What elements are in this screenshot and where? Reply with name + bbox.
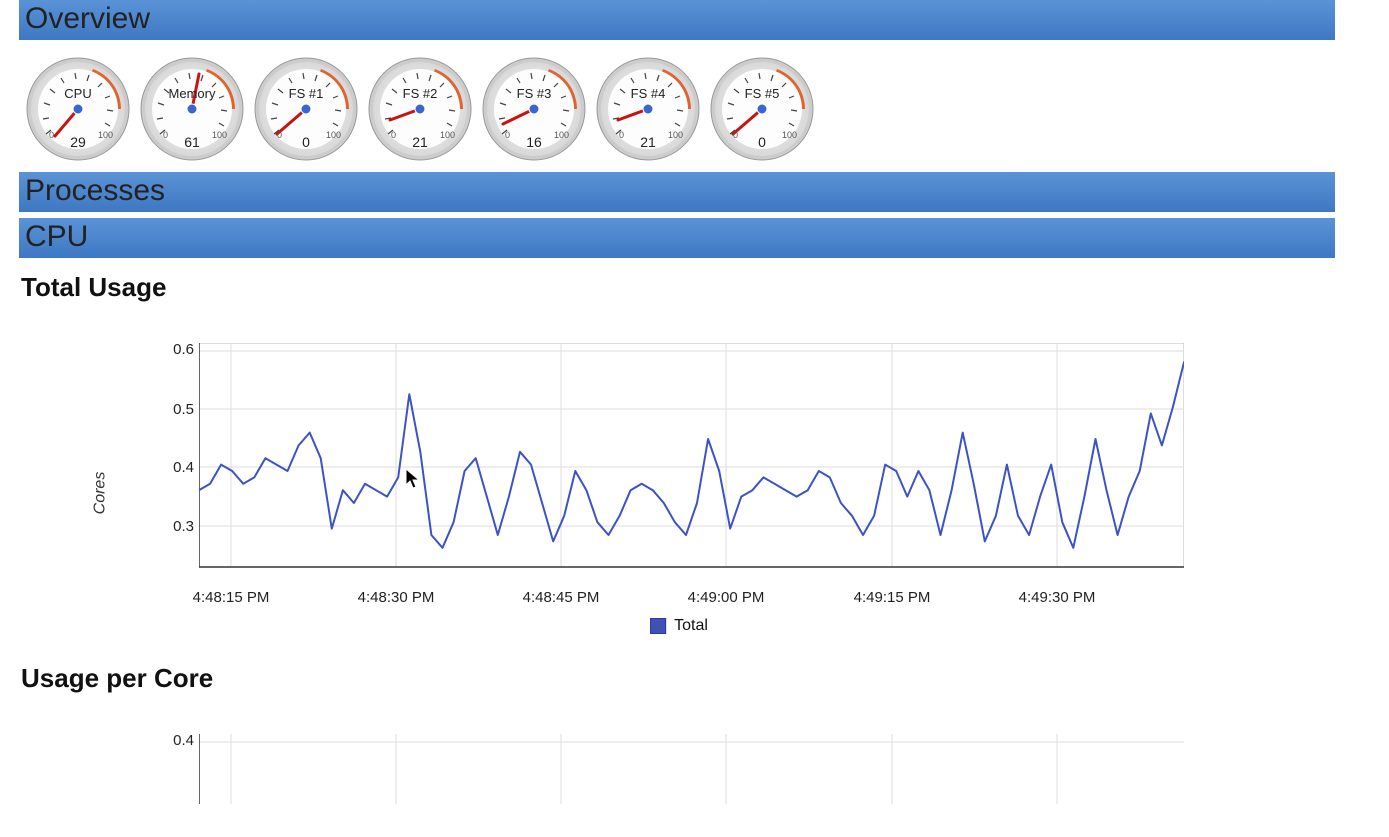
gauge-label: FS #3 [481, 86, 587, 101]
chart-y-tick: 0.4 [173, 459, 194, 476]
gauge-fs2[interactable]: FS #2 21 0 100 [367, 56, 473, 162]
gauge-value: 21 [367, 134, 473, 150]
chart-y-tick: 0.6 [173, 341, 194, 358]
chart-canvas [199, 343, 1184, 573]
chart-y-tick: 0.3 [173, 518, 194, 535]
chart-legend: Total [650, 617, 708, 635]
gauge-scale-max: 100 [554, 130, 569, 140]
chart-canvas [199, 734, 1184, 804]
gauge-scale-max: 100 [98, 130, 113, 140]
gauge-scale-min: 0 [277, 130, 282, 140]
gauge-fs1[interactable]: FS #1 0 0 100 [253, 56, 359, 162]
chart-x-tick: 4:48:45 PM [523, 589, 600, 606]
gauge-scale-min: 0 [619, 130, 624, 140]
gauge-fs4[interactable]: FS #4 21 0 100 [595, 56, 701, 162]
gauge-value: 16 [481, 134, 587, 150]
chart-x-tick: 4:49:30 PM [1019, 589, 1096, 606]
gauge-value: 61 [139, 134, 245, 150]
gauge-value: 0 [709, 134, 815, 150]
legend-swatch-icon [650, 618, 666, 634]
chart-x-tick: 4:49:00 PM [688, 589, 765, 606]
gauge-scale-min: 0 [733, 130, 738, 140]
chart-y-axis-label: Cores [91, 472, 109, 515]
gauge-scale-min: 0 [505, 130, 510, 140]
gauges-row: CPU 29 0 100 Memory 61 0 100 FS #1 0 0 1… [19, 40, 1335, 172]
gauge-value: 29 [25, 134, 131, 150]
gauge-label: FS #4 [595, 86, 701, 101]
gauge-label: FS #1 [253, 86, 359, 101]
gauge-label: FS #5 [709, 86, 815, 101]
chart-y-tick: 0.5 [173, 401, 194, 418]
section-header-cpu[interactable]: CPU [19, 218, 1335, 258]
gauge-scale-max: 100 [440, 130, 455, 140]
gauge-label: Memory [139, 86, 245, 101]
gauge-cpu[interactable]: CPU 29 0 100 [25, 56, 131, 162]
chart-x-tick: 4:48:30 PM [358, 589, 435, 606]
gauge-label: CPU [25, 86, 131, 101]
gauge-scale-max: 100 [326, 130, 341, 140]
gauge-fs3[interactable]: FS #3 16 0 100 [481, 56, 587, 162]
gauge-fs5[interactable]: FS #5 0 0 100 [709, 56, 815, 162]
gauge-value: 21 [595, 134, 701, 150]
chart-title-usage-per-core: Usage per Core [19, 663, 1335, 694]
legend-label: Total [674, 617, 708, 635]
gauge-scale-max: 100 [668, 130, 683, 140]
section-header-processes[interactable]: Processes [19, 172, 1335, 212]
gauge-memory[interactable]: Memory 61 0 100 [139, 56, 245, 162]
chart-usage-per-core[interactable]: 0.4 [99, 734, 1259, 814]
chart-title-total-usage: Total Usage [19, 272, 1335, 303]
gauge-label: FS #2 [367, 86, 473, 101]
chart-y-tick: 0.4 [173, 732, 194, 749]
chart-total-usage[interactable]: Cores 0.6 0.5 0.4 0.3 4:48:15 PM 4:48:30… [99, 343, 1259, 643]
gauge-scale-min: 0 [163, 130, 168, 140]
gauge-scale-max: 100 [782, 130, 797, 140]
gauge-scale-min: 0 [49, 130, 54, 140]
gauge-scale-max: 100 [212, 130, 227, 140]
section-header-overview[interactable]: Overview [19, 0, 1335, 40]
gauge-scale-min: 0 [391, 130, 396, 140]
gauge-value: 0 [253, 134, 359, 150]
chart-x-tick: 4:48:15 PM [193, 589, 270, 606]
chart-x-tick: 4:49:15 PM [854, 589, 931, 606]
